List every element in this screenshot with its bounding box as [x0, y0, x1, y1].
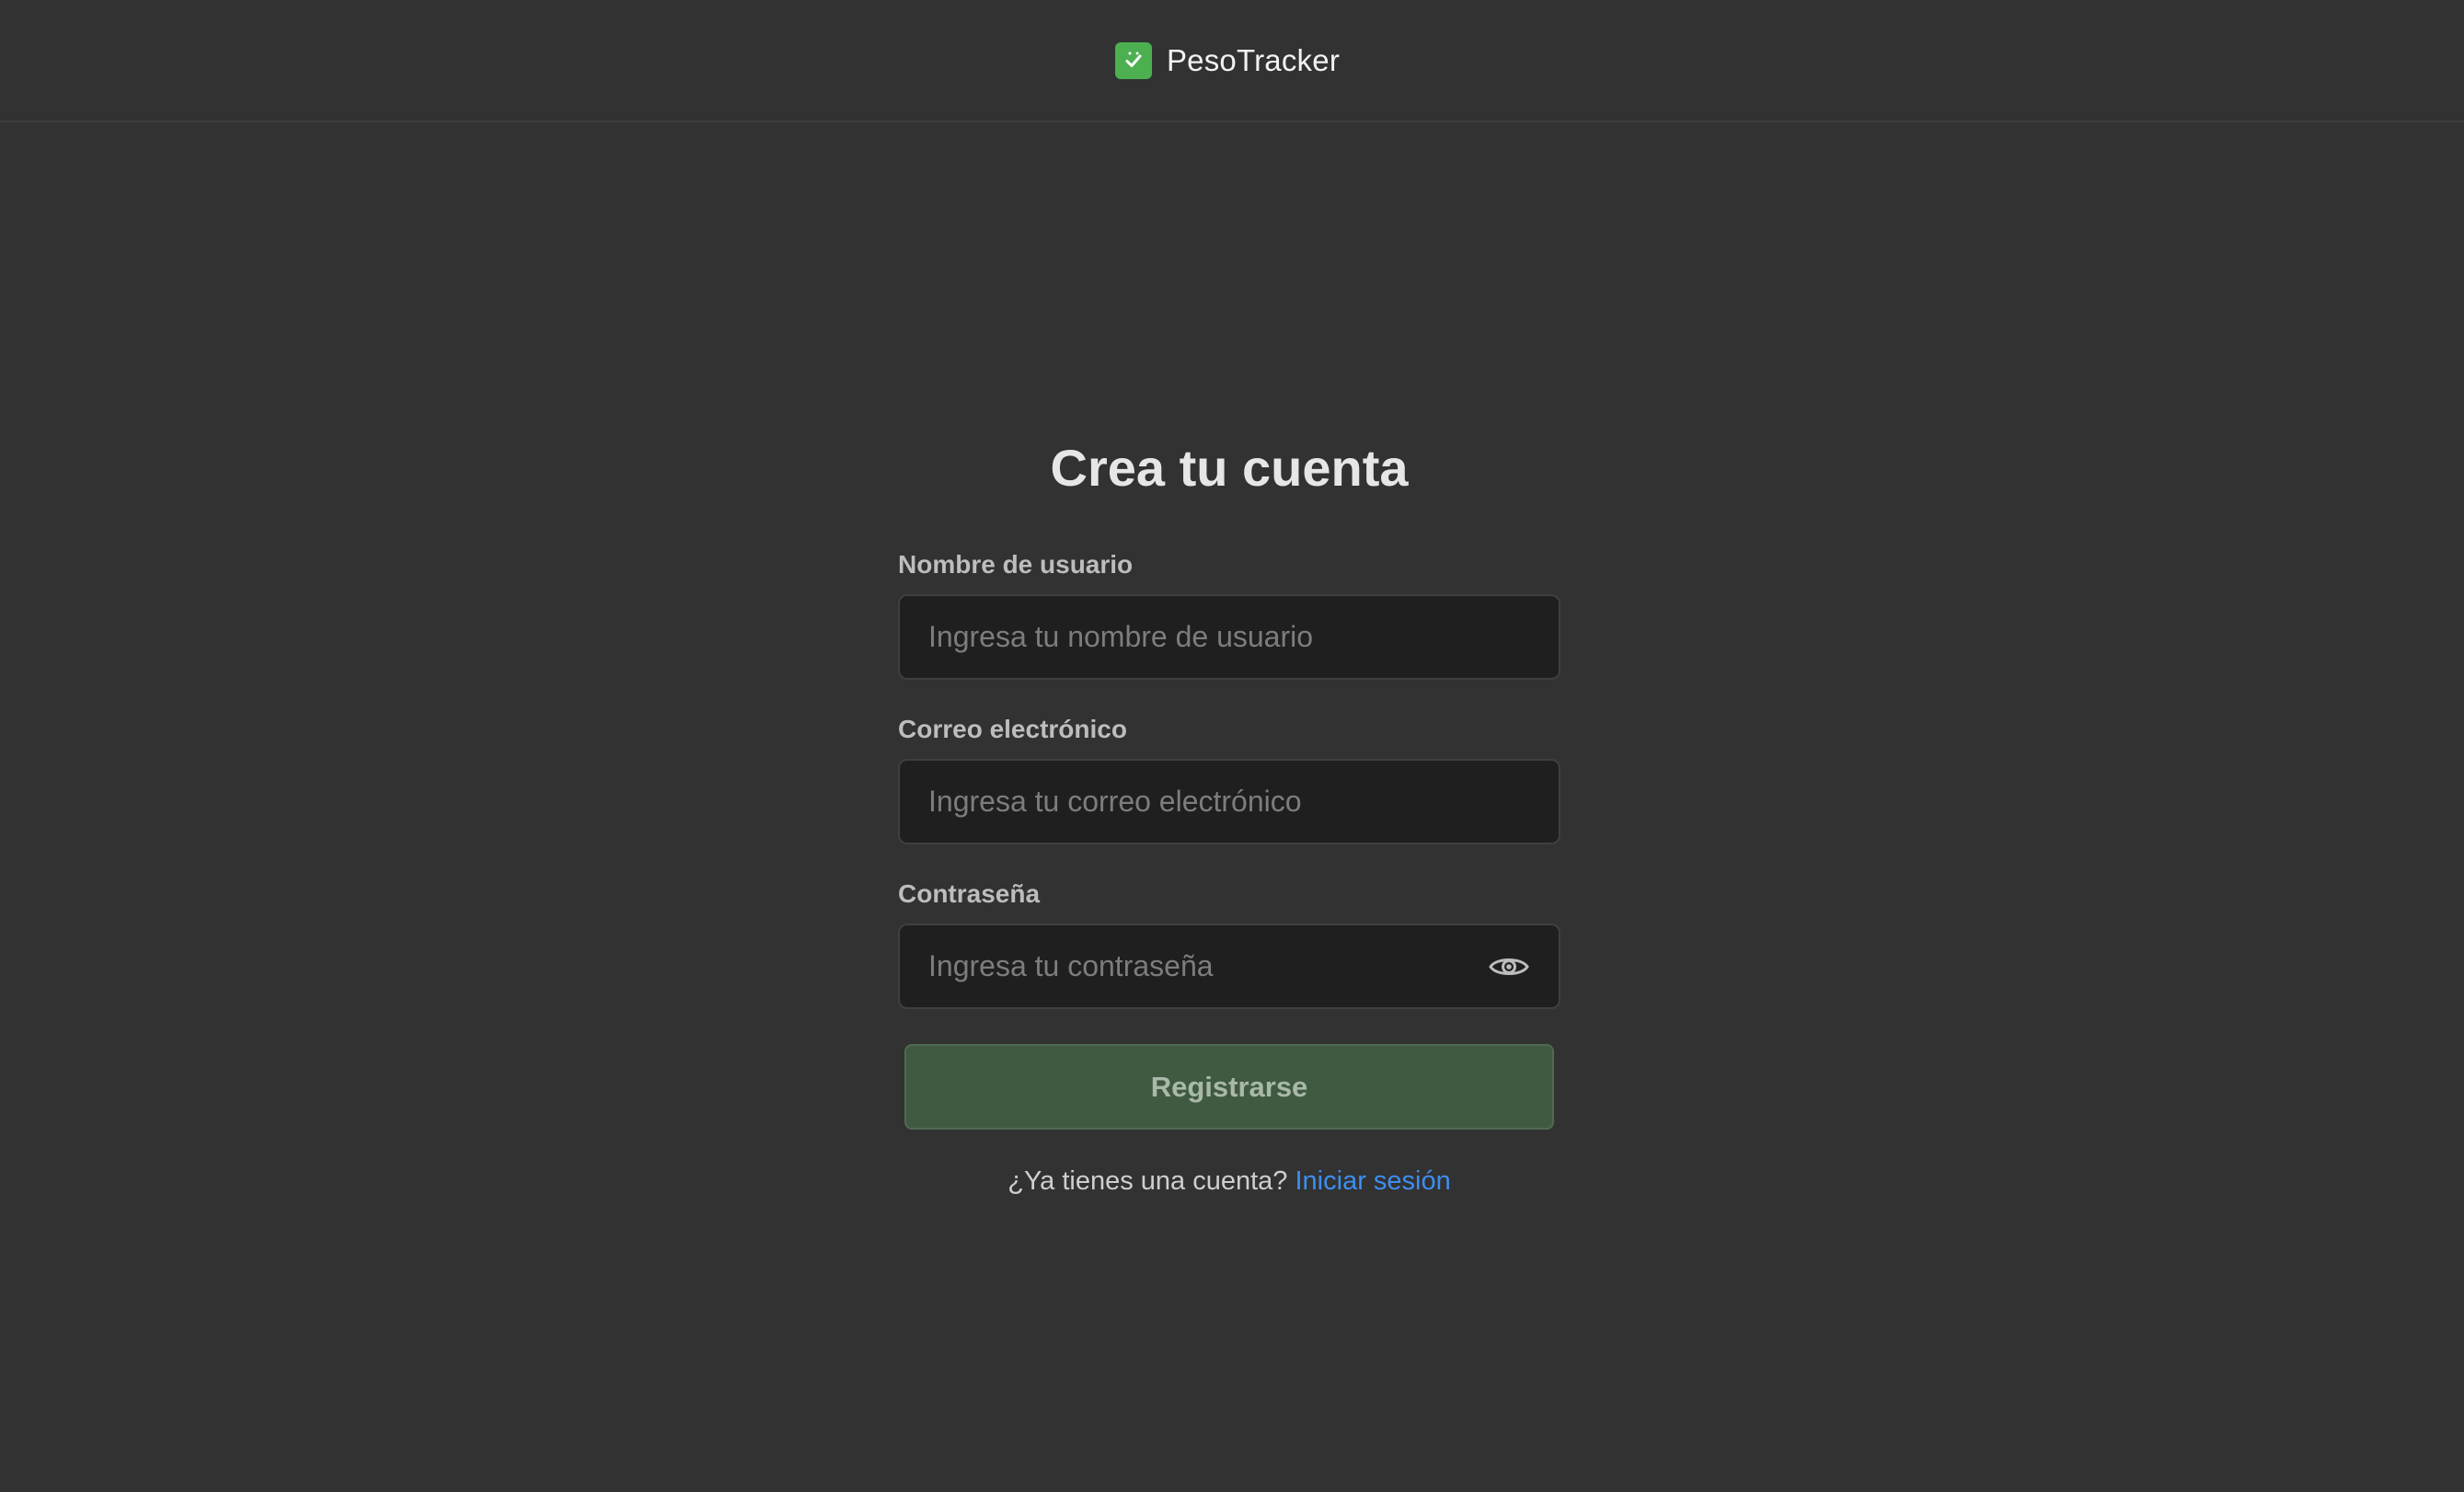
- eye-icon[interactable]: [1489, 953, 1529, 981]
- email-label: Correo electrónico: [898, 715, 1127, 743]
- password-input[interactable]: [900, 925, 1559, 1007]
- check-icon: [1114, 41, 1152, 79]
- login-link[interactable]: Iniciar sesión: [1295, 1166, 1451, 1196]
- password-field-wrapper: [898, 924, 1560, 1009]
- top-bar: PesoTracker: [0, 0, 2464, 122]
- password-label: Contraseña: [898, 879, 1041, 908]
- email-field-wrapper: [898, 759, 1560, 844]
- brand[interactable]: PesoTracker: [1114, 41, 1341, 79]
- register-form: Crea tu cuenta Nombre de usuario Correo …: [898, 432, 1560, 1197]
- register-button[interactable]: Registrarse: [904, 1044, 1554, 1130]
- username-input[interactable]: [900, 596, 1559, 678]
- username-field-wrapper: [898, 594, 1560, 680]
- username-label: Nombre de usuario: [898, 550, 1134, 579]
- email-input[interactable]: [900, 761, 1559, 843]
- login-prompt: ¿Ya tienes una cuenta? Iniciar sesión: [898, 1166, 1560, 1197]
- login-prompt-text: ¿Ya tienes una cuenta?: [1007, 1166, 1288, 1196]
- page-title: Crea tu cuenta: [1050, 439, 1409, 497]
- brand-name: PesoTracker: [1166, 42, 1341, 77]
